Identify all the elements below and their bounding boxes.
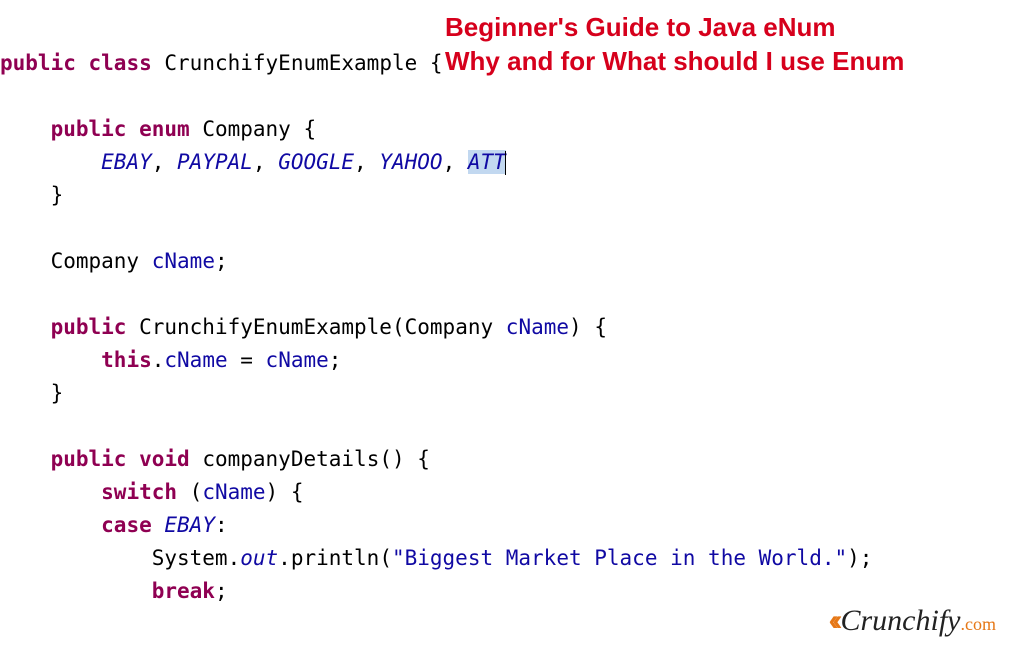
field-ref: cName [164,348,227,372]
method-name: companyDetails [202,447,379,471]
enum-value-selected: ATT [468,150,506,174]
string-literal: "Biggest Market Place in the World." [392,546,847,570]
out-field: out [240,546,278,570]
param-name: cName [506,315,569,339]
system-out: System. [152,546,241,570]
keyword-switch: switch [101,480,177,504]
crunchify-logo: ‹‹Crunchify.com [829,604,996,638]
keyword-public: public [51,315,127,339]
logo-chevron-icon: ‹‹ [829,604,837,637]
enum-value: GOOGLE [278,150,354,174]
code-editor[interactable]: public class CrunchifyEnumExample { publ… [0,0,1010,646]
switch-var: cName [202,480,265,504]
ctor-name: CrunchifyEnumExample [139,315,392,339]
field-name: cName [152,249,215,273]
title-line-1: Beginner's Guide to Java eNum [445,10,1005,44]
keyword-case: case [101,513,152,537]
enum-name: Company [202,117,291,141]
case-value: EBAY [164,513,215,537]
enum-value: EBAY [101,150,152,174]
code-text: public class CrunchifyEnumExample { publ… [0,47,1010,646]
enum-value: YAHOO [379,150,442,174]
logo-brand: Crunchify [841,604,961,637]
param-ref: cName [266,348,329,372]
keyword-void: void [139,447,190,471]
enum-value: PAYPAL [177,150,253,174]
keyword-this: this [101,348,152,372]
keyword-public: public [51,117,127,141]
keyword-break: break [152,579,215,603]
field-type: Company [51,249,140,273]
class-name: CrunchifyEnumExample [164,51,417,75]
keyword-class: class [89,51,152,75]
keyword-public: public [51,447,127,471]
logo-tld: .com [961,614,997,634]
title-overlay: Beginner's Guide to Java eNum Why and fo… [445,10,1005,78]
text-cursor [505,151,506,175]
keyword-public: public [0,51,76,75]
param-type: Company [405,315,494,339]
keyword-enum: enum [139,117,190,141]
title-line-2: Why and for What should I use Enum [445,44,1005,78]
